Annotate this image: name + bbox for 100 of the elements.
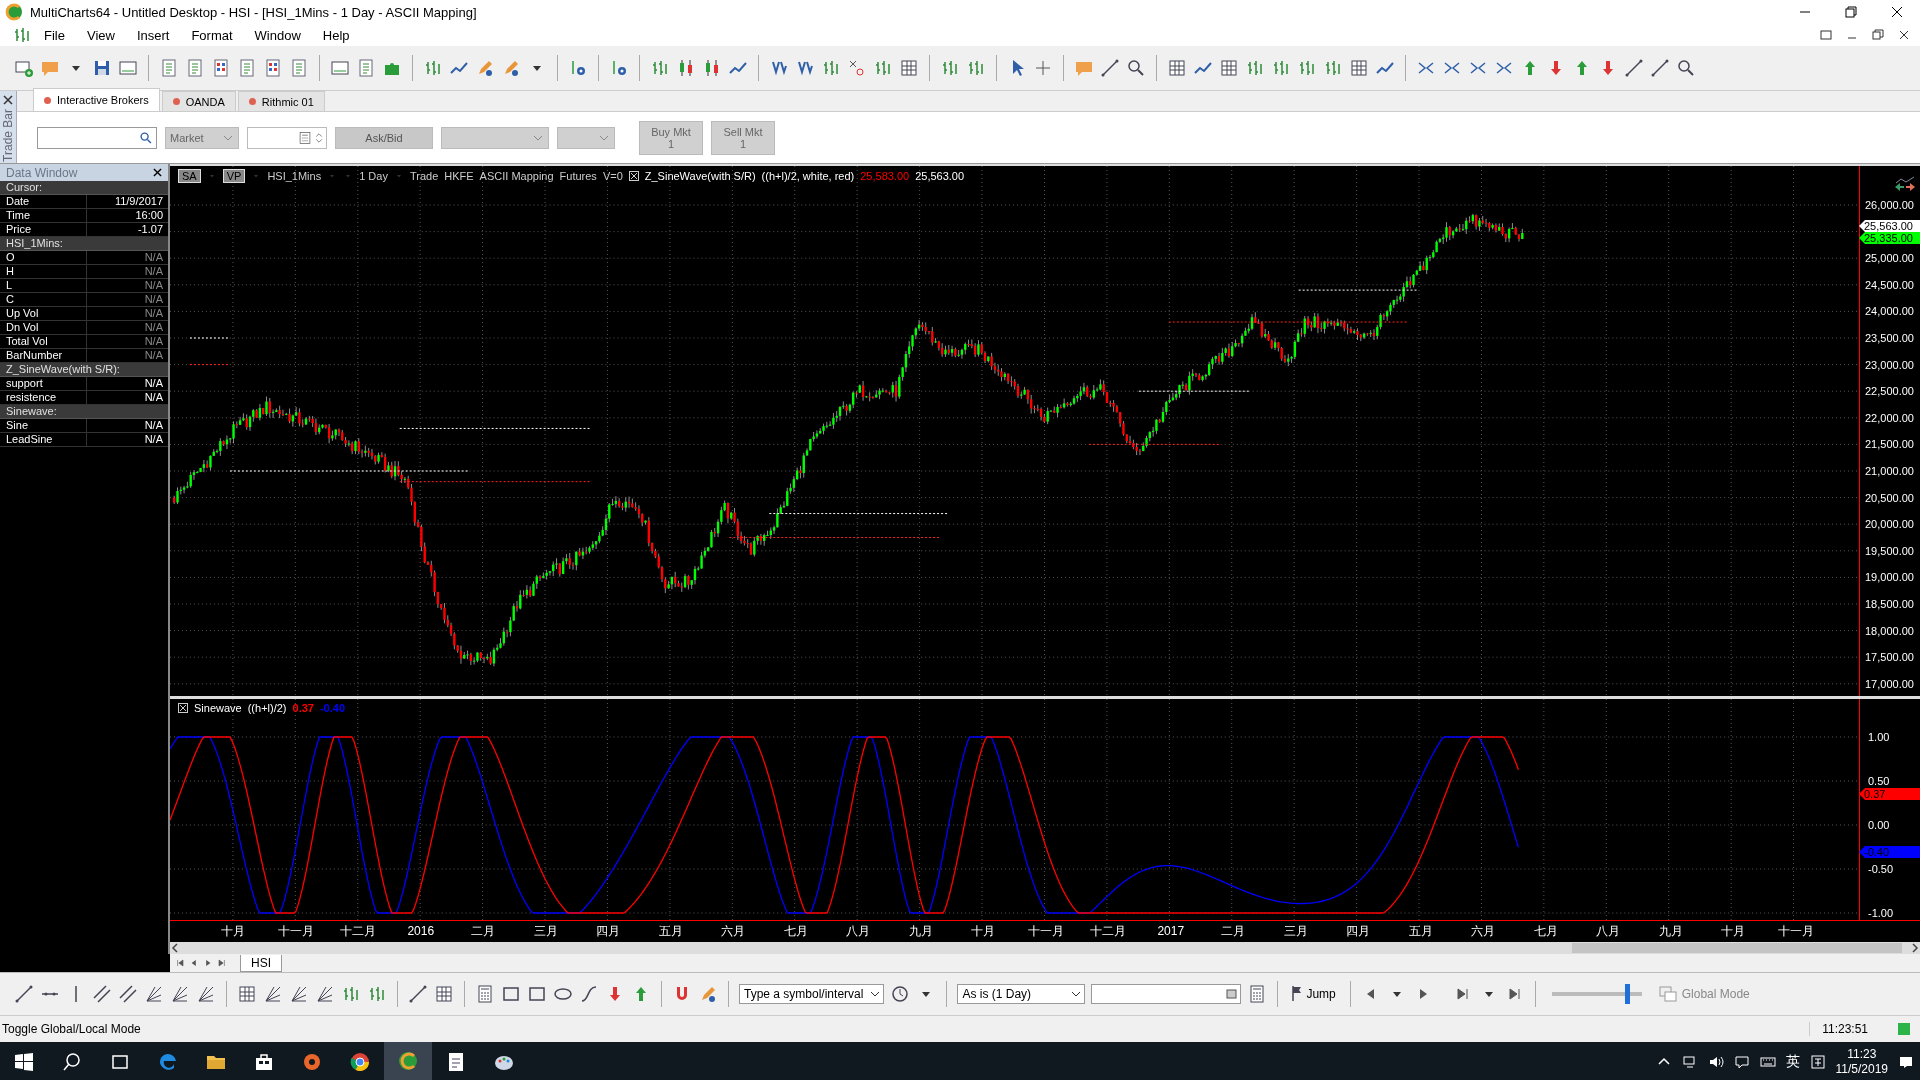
zoom-icon[interactable] (1126, 58, 1146, 78)
close-box-icon[interactable] (178, 703, 188, 713)
close-icon[interactable] (1891, 6, 1903, 18)
clock-icon[interactable] (890, 984, 911, 1004)
bar-chart-icon[interactable] (1271, 58, 1291, 78)
menu-item[interactable]: View (76, 25, 125, 45)
trendline-icon[interactable] (408, 984, 428, 1004)
cross-icon[interactable] (847, 58, 867, 78)
fan-icon[interactable] (170, 984, 190, 1004)
scroll-arrows-icon[interactable] (1894, 176, 1916, 192)
new-window-icon[interactable] (14, 58, 34, 78)
network-icon[interactable] (1681, 1054, 1698, 1070)
grid-icon[interactable] (899, 58, 919, 78)
sell-market-button[interactable]: Sell Mkt 1 (711, 120, 775, 155)
notification-icon[interactable] (1898, 1054, 1914, 1070)
calculator-icon[interactable] (298, 130, 312, 145)
grid-icon[interactable] (1167, 58, 1187, 78)
date-field[interactable] (1091, 984, 1242, 1004)
bar-chart-icon[interactable] (650, 58, 670, 78)
rectangle-icon[interactable] (501, 984, 521, 1004)
calendar-icon[interactable] (1226, 988, 1239, 1000)
trendline-icon[interactable] (1624, 58, 1644, 78)
input-language-indicator[interactable]: 英 (1785, 1053, 1800, 1071)
bar-chart-icon[interactable] (940, 58, 960, 78)
bar-chart-icon[interactable] (821, 58, 841, 78)
bar-chart-icon[interactable] (1297, 58, 1317, 78)
message-icon[interactable] (1733, 1054, 1750, 1070)
grid-icon[interactable] (1219, 58, 1239, 78)
restore-icon[interactable] (1872, 29, 1884, 41)
grid-icon[interactable] (237, 984, 257, 1004)
bar-chart-icon[interactable] (423, 58, 443, 78)
volume-icon[interactable] (1707, 1054, 1724, 1070)
grid-icon[interactable] (1349, 58, 1369, 78)
menu-item[interactable]: Insert (126, 25, 180, 45)
close-icon[interactable] (153, 168, 162, 177)
channel-icon[interactable] (92, 984, 112, 1004)
bar-chart-icon[interactable] (966, 58, 986, 78)
fan-icon[interactable] (196, 984, 216, 1004)
rectangle-icon[interactable] (527, 984, 547, 1004)
resolution-dropdown[interactable]: As is (1 Day) (957, 984, 1086, 1004)
clock-date[interactable]: 11/5/2019 (1835, 1062, 1888, 1077)
channel-icon[interactable] (118, 984, 138, 1004)
window-icon[interactable] (330, 58, 350, 78)
curve-icon[interactable] (579, 984, 599, 1004)
bar-chart-icon[interactable] (873, 58, 893, 78)
order-type-dropdown[interactable]: Market (165, 126, 239, 149)
first-icon[interactable] (174, 957, 186, 969)
search-icon[interactable] (139, 130, 153, 145)
grid-icon[interactable] (434, 984, 454, 1004)
menu-item[interactable]: Help (312, 25, 360, 45)
calculator-icon[interactable] (475, 984, 495, 1004)
broker-tab[interactable]: Rithmic 01 (237, 91, 325, 111)
fan-icon[interactable] (144, 984, 164, 1004)
fan-icon[interactable] (289, 984, 309, 1004)
close-box-icon[interactable] (628, 171, 639, 181)
clock-time[interactable]: 11:23 (1847, 1047, 1877, 1062)
bar-chart-icon[interactable] (367, 984, 387, 1004)
zoom-icon[interactable] (1676, 58, 1696, 78)
symbol-interval-dropdown[interactable]: Type a symbol/interval (739, 984, 885, 1004)
sheet-tab[interactable]: HSI (240, 954, 282, 972)
scroll-right-icon[interactable] (1910, 943, 1920, 954)
save-icon[interactable] (92, 58, 112, 78)
last-icon[interactable] (216, 957, 228, 969)
bar-chart-icon[interactable] (1245, 58, 1265, 78)
scrollbar-thumb[interactable] (1572, 943, 1902, 954)
search-icon[interactable] (61, 1051, 83, 1073)
trendline-icon[interactable] (1650, 58, 1670, 78)
jump-button[interactable]: Jump (1288, 984, 1340, 1004)
indicator-value: 0.37 (292, 702, 314, 714)
menu-item[interactable]: File (34, 25, 75, 45)
report-icon[interactable] (211, 58, 231, 78)
zoom-slider-thumb[interactable] (1625, 984, 1631, 1004)
input-method-icon[interactable] (1809, 1054, 1826, 1070)
broker-tab[interactable]: Interactive Brokers (33, 88, 160, 111)
fan-icon[interactable] (263, 984, 283, 1004)
symbol-search-field[interactable] (37, 126, 157, 149)
ask-bid-button[interactable]: Ask/Bid (335, 126, 433, 149)
chart-mode-toggle[interactable]: VP (222, 169, 246, 183)
bar-chart-icon[interactable] (341, 984, 361, 1004)
window-icon[interactable] (118, 58, 138, 78)
scroll-left-icon[interactable] (170, 943, 180, 954)
close-icon[interactable] (3, 95, 13, 105)
chart-mode-toggle[interactable]: SA (178, 169, 201, 183)
broker-tab[interactable]: OANDA (161, 91, 236, 111)
trendline-icon[interactable] (1100, 58, 1120, 78)
keyboard-icon[interactable] (1759, 1054, 1776, 1070)
start-icon[interactable] (13, 1051, 35, 1073)
report-icon[interactable] (263, 58, 283, 78)
float-window-icon[interactable] (1820, 29, 1832, 41)
quantity-field[interactable] (247, 126, 327, 149)
trendline-icon[interactable] (14, 984, 34, 1004)
bar-chart-icon[interactable] (1323, 58, 1343, 78)
buy-market-button[interactable]: Buy Mkt 1 (639, 120, 703, 155)
fan-icon[interactable] (315, 984, 335, 1004)
time-axis-label: 十月 (1720, 923, 1747, 940)
close-icon[interactable] (1898, 29, 1910, 41)
menu-item[interactable]: Format (181, 25, 243, 45)
row-value: N/A (143, 433, 164, 446)
menu-item[interactable]: Window (244, 25, 311, 45)
restore-icon[interactable] (1845, 6, 1857, 18)
